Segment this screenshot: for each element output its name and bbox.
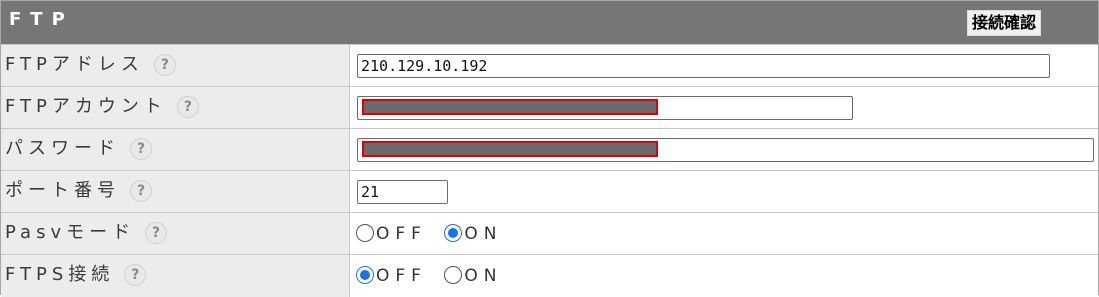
ftp-address-input[interactable]: 210.129.10.192 — [357, 54, 1050, 78]
label-cell: FTPS接続? — [1, 255, 350, 297]
label-cell: FTPアカウント? — [1, 87, 350, 128]
port-input[interactable]: 21 — [357, 180, 448, 204]
help-icon[interactable]: ? — [130, 138, 152, 160]
value-cell: OFF ON — [350, 213, 1098, 254]
connection-check-button[interactable]: 接続確認 — [967, 10, 1042, 36]
label-cell: Pasvモード? — [1, 213, 350, 254]
pasv-mode-label: Pasvモード — [5, 222, 136, 243]
value-cell: OFF ON — [350, 255, 1098, 297]
redaction-box — [362, 141, 658, 157]
help-icon[interactable]: ? — [124, 264, 147, 286]
label-cell: ポート番号? — [1, 171, 350, 212]
pasv-mode-radio-group: OFF ON — [356, 222, 508, 246]
section-title: FTP — [9, 9, 74, 30]
port-row: ポート番号? 21 — [1, 170, 1098, 212]
password-row: パスワード? — [1, 128, 1098, 170]
ftp-account-row: FTPアカウント? — [1, 86, 1098, 128]
ftp-address-row: FTPアドレス? 210.129.10.192 — [1, 44, 1098, 86]
ftps-label: FTPS接続 — [5, 264, 115, 285]
pasv-off-label: OFF — [376, 224, 427, 244]
ftps-on-radio[interactable] — [444, 266, 463, 284]
help-icon[interactable]: ? — [130, 180, 152, 202]
label-cell: FTPアドレス? — [1, 45, 350, 86]
help-icon[interactable]: ? — [145, 222, 168, 244]
value-cell: 210.129.10.192 — [350, 45, 1098, 86]
pasv-mode-row: Pasvモード? OFF ON — [1, 212, 1098, 254]
ftps-on-label: ON — [464, 266, 503, 286]
label-cell: パスワード? — [1, 129, 350, 170]
password-label: パスワード — [5, 138, 120, 159]
value-cell — [350, 87, 1098, 128]
pasv-on-radio[interactable] — [444, 224, 463, 242]
port-label: ポート番号 — [5, 180, 120, 201]
value-cell: 21 — [350, 171, 1098, 212]
pasv-on-label: ON — [464, 224, 503, 244]
value-cell — [350, 129, 1098, 170]
ftps-radio-group: OFF ON — [356, 264, 508, 288]
ftp-settings-panel: FTP 接続確認 FTPアドレス? 210.129.10.192 FTPアカウン… — [0, 0, 1099, 297]
redaction-box — [362, 99, 658, 115]
ftp-address-label: FTPアドレス — [5, 54, 144, 75]
pasv-off-radio[interactable] — [356, 224, 374, 242]
section-header: FTP 接続確認 — [1, 1, 1098, 44]
ftps-off-radio[interactable] — [356, 266, 374, 284]
ftps-off-label: OFF — [376, 266, 427, 286]
help-icon[interactable]: ? — [176, 96, 199, 118]
ftp-account-label: FTPアカウント — [5, 96, 167, 117]
ftps-row: FTPS接続? OFF ON — [1, 254, 1098, 297]
help-icon[interactable]: ? — [153, 54, 176, 76]
